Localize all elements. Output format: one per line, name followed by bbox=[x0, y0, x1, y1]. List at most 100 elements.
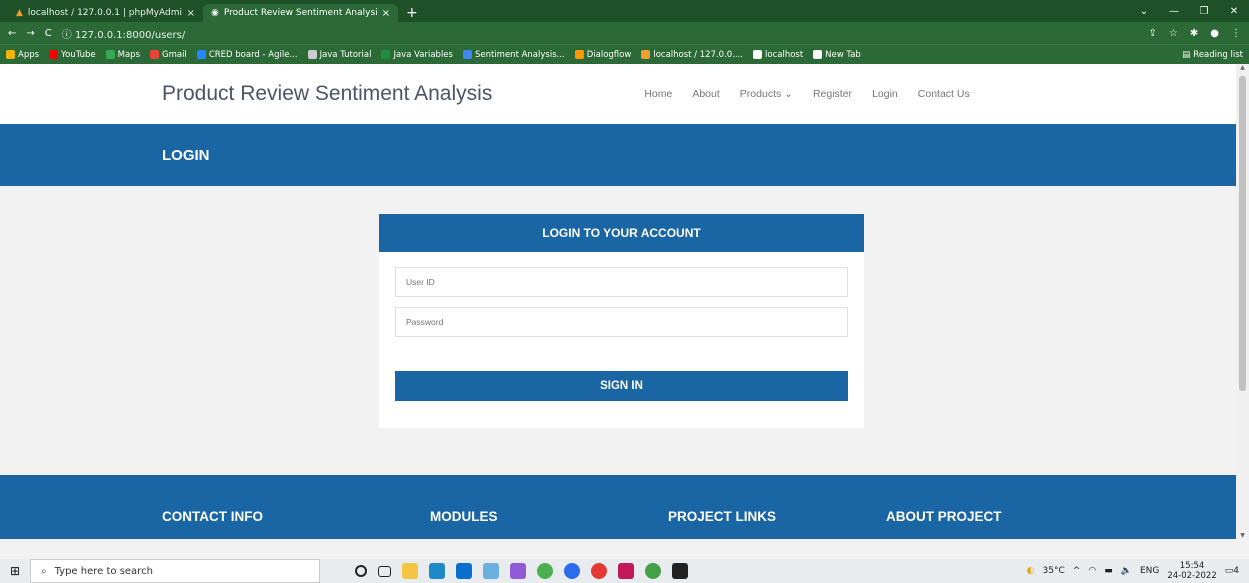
bookmark-label: YouTube bbox=[61, 49, 96, 60]
page-scrollbar[interactable]: ▲ ▼ bbox=[1236, 64, 1249, 539]
taskbar-apps bbox=[355, 563, 688, 579]
forward-icon[interactable]: → bbox=[26, 28, 34, 39]
share-icon[interactable]: ⇪ bbox=[1149, 28, 1157, 39]
browser-chrome: ▲ localhost / 127.0.0.1 | phpMyAdmin × ◉… bbox=[0, 0, 1249, 64]
taskbar-search-placeholder: Type here to search bbox=[54, 565, 153, 577]
bookmark-item[interactable]: New Tab bbox=[813, 50, 861, 60]
bookmark-label: Java Variables bbox=[393, 49, 453, 60]
bookmark-item[interactable]: Java Variables bbox=[381, 50, 453, 60]
notifications-icon[interactable]: ▭4 bbox=[1225, 566, 1239, 576]
minimize-icon[interactable]: — bbox=[1159, 6, 1189, 17]
password-input[interactable] bbox=[395, 307, 848, 337]
nav-home[interactable]: Home bbox=[644, 88, 672, 100]
footer-about-project: ABOUT PROJECT bbox=[886, 509, 1002, 524]
clock-time: 15:54 bbox=[1179, 561, 1205, 571]
site-brand[interactable]: Product Review Sentiment Analysis bbox=[162, 82, 492, 106]
bookmark-item[interactable]: Java Tutorial bbox=[307, 50, 371, 60]
address-bar[interactable]: ⓘ 127.0.0.1:8000/users/ bbox=[62, 26, 1139, 41]
signal-icon[interactable] bbox=[564, 563, 580, 579]
globe-favicon-icon: ◉ bbox=[211, 8, 219, 18]
bookmark-item[interactable]: localhost bbox=[753, 50, 803, 60]
footer-project-links: PROJECT LINKS bbox=[668, 509, 777, 524]
nav-login[interactable]: Login bbox=[872, 88, 898, 100]
userid-input[interactable] bbox=[395, 267, 848, 297]
clock-date: 24-02-2022 bbox=[1167, 571, 1217, 581]
bookmark-item[interactable]: Apps bbox=[6, 50, 39, 60]
reading-list-button[interactable]: ▤ Reading list bbox=[1182, 50, 1243, 60]
window-controls: ⌄ — ❐ ✕ bbox=[1129, 0, 1249, 22]
taskbar-search[interactable]: ⌕ Type here to search bbox=[30, 559, 320, 583]
info-icon: ⓘ bbox=[61, 29, 72, 41]
reading-list-icon: ▤ bbox=[1182, 49, 1191, 60]
new-tab-button[interactable]: + bbox=[398, 4, 426, 22]
scrollbar-thumb[interactable] bbox=[1239, 76, 1246, 391]
back-icon[interactable]: ← bbox=[8, 28, 16, 39]
bookmark-item[interactable]: localhost / 127.0.0.... bbox=[641, 50, 743, 60]
page-banner: LOGIN bbox=[0, 124, 1249, 186]
scroll-down-icon[interactable]: ▼ bbox=[1236, 532, 1249, 539]
chrome-active-icon[interactable] bbox=[645, 563, 661, 579]
app-l-icon[interactable] bbox=[429, 563, 445, 579]
bookmark-star-icon[interactable]: ☆ bbox=[1169, 28, 1178, 39]
close-tab-icon[interactable]: × bbox=[382, 8, 390, 19]
bookmark-label: Apps bbox=[18, 49, 40, 60]
login-card: LOGIN TO YOUR ACCOUNT SIGN IN bbox=[379, 214, 864, 428]
bookmark-item[interactable]: CRED board - Agile... bbox=[196, 49, 298, 60]
url-text: 127.0.0.1:8000/users/ bbox=[74, 29, 186, 41]
bookmark-label: CRED board - Agile... bbox=[208, 49, 298, 60]
bookmark-item[interactable]: Maps bbox=[105, 49, 140, 60]
volume-icon[interactable]: 🔈 bbox=[1121, 566, 1132, 576]
tab-sentiment[interactable]: ◉ Product Review Sentiment Analysis × bbox=[203, 4, 398, 22]
battery-icon[interactable]: ▬ bbox=[1104, 566, 1113, 576]
bookmark-label: Dialogflow bbox=[586, 49, 632, 60]
bookmark-favicon-icon bbox=[49, 50, 59, 59]
cortana-icon[interactable] bbox=[355, 565, 367, 577]
menu-icon[interactable]: ⋮ bbox=[1231, 28, 1241, 39]
tab-title: Product Review Sentiment Analysis bbox=[223, 8, 377, 18]
bookmark-label: Maps bbox=[117, 49, 140, 60]
python-icon[interactable] bbox=[483, 563, 499, 579]
system-tray: ◐ 35°C ^ ◠ ▬ 🔈 ENG 15:54 24-02-2022 ▭4 bbox=[1027, 561, 1249, 581]
task-view-icon[interactable] bbox=[378, 565, 391, 577]
bookmark-favicon-icon bbox=[150, 50, 159, 59]
scroll-up-icon[interactable]: ▲ bbox=[1236, 64, 1249, 71]
login-card-heading: LOGIN TO YOUR ACCOUNT bbox=[379, 214, 864, 252]
intellij-icon[interactable] bbox=[618, 563, 634, 579]
clock[interactable]: 15:54 24-02-2022 bbox=[1167, 561, 1216, 581]
nav-about[interactable]: About bbox=[692, 88, 719, 100]
file-explorer-icon[interactable] bbox=[402, 563, 418, 579]
reading-list-label: Reading list bbox=[1193, 49, 1243, 60]
extensions-icon[interactable]: ✱ bbox=[1190, 28, 1198, 39]
language-indicator[interactable]: ENG bbox=[1140, 566, 1159, 576]
terminal-icon[interactable] bbox=[672, 563, 688, 579]
address-row: ← → C ⓘ 127.0.0.1:8000/users/ ⇪ ☆ ✱ ● ⋮ bbox=[0, 22, 1249, 44]
nav-contact[interactable]: Contact Us bbox=[918, 88, 970, 100]
nav-products[interactable]: Products ⌄ bbox=[740, 88, 793, 100]
bookmark-item[interactable]: Sentiment Analysis... bbox=[462, 50, 565, 60]
bookmark-favicon-icon bbox=[574, 50, 584, 59]
restore-icon[interactable]: ❐ bbox=[1189, 6, 1219, 17]
nav-register[interactable]: Register bbox=[813, 88, 852, 100]
profile-avatar-icon[interactable]: ● bbox=[1210, 28, 1219, 39]
reload-icon[interactable]: C bbox=[45, 28, 52, 39]
bookmark-item[interactable]: YouTube bbox=[49, 50, 96, 60]
bookmark-item[interactable]: Gmail bbox=[150, 50, 187, 60]
close-window-icon[interactable]: ✕ bbox=[1219, 6, 1249, 17]
bookmark-favicon-icon bbox=[381, 50, 391, 59]
weather-icon: ◐ bbox=[1026, 566, 1035, 576]
close-tab-icon[interactable]: × bbox=[187, 8, 195, 19]
tray-chevron-icon[interactable]: ^ bbox=[1073, 566, 1081, 576]
chrome-icon[interactable] bbox=[537, 563, 553, 579]
bookmark-label: New Tab bbox=[825, 49, 861, 60]
tab-search-icon[interactable]: ⌄ bbox=[1129, 6, 1159, 17]
chrome-profile-icon[interactable] bbox=[591, 563, 607, 579]
network-icon[interactable]: ◠ bbox=[1088, 566, 1096, 576]
weather-temp[interactable]: 35°C bbox=[1043, 566, 1065, 576]
windows-start-icon[interactable]: ⊞ bbox=[0, 564, 30, 578]
outlook-icon[interactable] bbox=[456, 563, 472, 579]
signin-button[interactable]: SIGN IN bbox=[395, 371, 848, 401]
bookmark-item[interactable]: Dialogflow bbox=[574, 49, 632, 60]
tab-phpmyadmin[interactable]: ▲ localhost / 127.0.0.1 | phpMyAdmin × bbox=[8, 4, 203, 22]
phpmyadmin-favicon-icon: ▲ bbox=[16, 8, 23, 18]
visual-studio-icon[interactable] bbox=[510, 563, 526, 579]
